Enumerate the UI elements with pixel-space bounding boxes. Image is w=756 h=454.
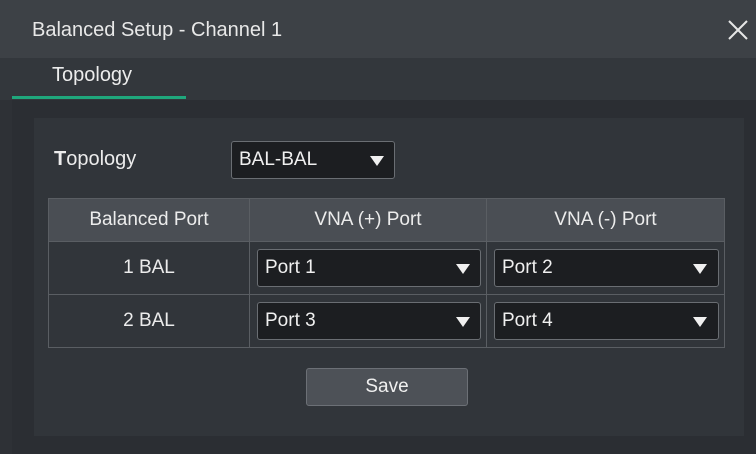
tab-label: Topology bbox=[52, 64, 133, 86]
column-divider bbox=[249, 199, 250, 347]
row-1-vna-minus-port-value: Port 2 bbox=[502, 257, 553, 278]
title-bar: Balanced Setup - Channel 1 bbox=[0, 0, 756, 58]
row-2-vna-plus-port-value: Port 3 bbox=[265, 310, 316, 331]
chevron-down-icon bbox=[693, 317, 707, 327]
row-1-vna-plus-port-select[interactable]: Port 1 bbox=[257, 249, 481, 287]
active-tab-indicator bbox=[12, 96, 186, 99]
column-header-balanced-port: Balanced Port bbox=[49, 199, 249, 241]
topology-select[interactable]: BAL-BAL bbox=[231, 141, 395, 179]
row-1-balanced-port: 1 BAL bbox=[123, 257, 175, 278]
dialog-title: Balanced Setup - Channel 1 bbox=[32, 19, 283, 41]
row-2-balanced-port: 2 BAL bbox=[123, 310, 175, 331]
chevron-down-icon bbox=[456, 264, 470, 274]
tab-topology[interactable]: Topology bbox=[12, 58, 186, 100]
row-2-vna-plus-port-select[interactable]: Port 3 bbox=[257, 302, 481, 340]
close-icon bbox=[728, 20, 748, 40]
chevron-down-icon bbox=[456, 317, 470, 327]
column-header-vna-plus-port: VNA (+) Port bbox=[250, 199, 486, 241]
tab-bar: Topology bbox=[0, 58, 756, 100]
balanced-setup-dialog: Balanced Setup - Channel 1 Topology Topo… bbox=[0, 0, 756, 454]
row-2-vna-minus-port-select[interactable]: Port 4 bbox=[494, 302, 719, 340]
row-1-vna-plus-port-value: Port 1 bbox=[265, 257, 316, 278]
row-2-vna-minus-port-value: Port 4 bbox=[502, 310, 553, 331]
row-1-vna-minus-port-select[interactable]: Port 2 bbox=[494, 249, 719, 287]
topology-select-value: BAL-BAL bbox=[239, 149, 318, 170]
chevron-down-icon bbox=[370, 156, 384, 166]
column-divider bbox=[486, 199, 487, 347]
chevron-down-icon bbox=[693, 264, 707, 274]
topology-label: Topology bbox=[54, 148, 137, 170]
column-header-vna-minus-port: VNA (-) Port bbox=[487, 199, 724, 241]
close-button[interactable] bbox=[724, 16, 752, 44]
save-button[interactable]: Save bbox=[306, 368, 468, 406]
